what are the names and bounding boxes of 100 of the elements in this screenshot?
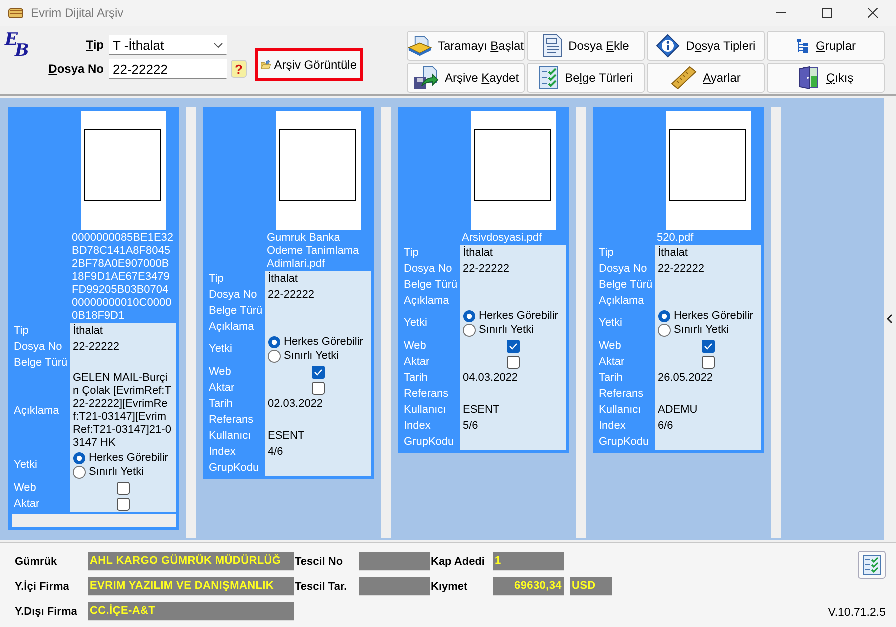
field-label: Web (13, 480, 38, 496)
document-thumbnail[interactable] (471, 111, 556, 230)
radio-button[interactable] (463, 324, 476, 337)
field-value: 22-22222 (463, 262, 510, 276)
radio-label[interactable]: Herkes Görebilir (674, 310, 754, 323)
radio-label[interactable]: Herkes Görebilir (284, 336, 364, 349)
scanner-icon (408, 35, 432, 57)
maximize-icon[interactable] (822, 8, 832, 18)
field-value: İthalat (73, 324, 103, 338)
checklist-button[interactable] (858, 551, 886, 579)
view-archive-button[interactable]: Arşiv Görüntüle (255, 48, 363, 81)
radio-label[interactable]: Herkes Görebilir (89, 452, 168, 465)
field-label: Aktar (13, 496, 41, 512)
field-label: Web (208, 364, 232, 380)
value-field (359, 552, 430, 571)
file-number-field[interactable]: 22-22222 (109, 59, 227, 79)
field-label: Referans (598, 386, 645, 402)
checkbox[interactable] (312, 366, 324, 378)
checkbox[interactable] (116, 482, 130, 494)
document-thumbnail[interactable] (81, 111, 166, 230)
field-value: ESENT (268, 430, 305, 442)
checkbox[interactable] (702, 356, 714, 368)
field-label: Açıklama (13, 404, 60, 418)
document-icon (542, 34, 563, 58)
field-label: Kıymet (431, 580, 469, 592)
document-card[interactable]: Arsivdosyasi.pdf Tip İthalat Dosya No 22-22222 Belge Türü Açıklama Yetki Herkes Görebilir Sınırlı Yetki Web Aktar Tarih 04.03.2022 Referans Kullanıcı ESENT Index 5/6 GrupKodu (398, 107, 569, 453)
radio-button[interactable] (268, 336, 281, 349)
field-value: 02.03.2022 (268, 398, 324, 410)
radio-button[interactable] (658, 324, 671, 337)
document-thumbnail[interactable] (666, 111, 751, 230)
toolbar-button[interactable]: Dosya Tipleri (647, 31, 765, 61)
field-label: Tip (85, 38, 105, 52)
field-label: Tescil No (295, 556, 344, 568)
horizontal-scrollbar[interactable] (12, 514, 176, 527)
field-label: Tarih (208, 396, 234, 412)
ruler-icon (671, 66, 698, 90)
field-value: 26.05.2022 (658, 372, 714, 384)
field-label: Referans (208, 412, 255, 428)
field-value: 5/6 (463, 420, 478, 432)
toolbar-button[interactable]: Çıkış (767, 63, 885, 93)
checkbox[interactable] (116, 498, 130, 510)
document-card[interactable]: Gumruk Banka Odeme Tanimlama Adimlari.pdf Tip İthalat Dosya No 22-22222 Belge Türü Açıklama Yetki Herkes Görebilir Sınırlı Yetki Web Aktar Tarih 02.03.2022 Referans Kullanıcı ESENT Index 4/6 GrupKodu (203, 107, 374, 479)
field-value: ADEMU (658, 404, 698, 416)
field-value: 22-22222 (268, 288, 314, 302)
checkbox[interactable] (506, 340, 520, 352)
field-label: Belge Türü (598, 278, 654, 292)
toolbar-button[interactable]: Arşive Kaydet (407, 63, 525, 93)
value-field: EVRIM YAZILIM VE DANIŞMANLIK (88, 577, 294, 596)
checkbox[interactable] (702, 340, 714, 352)
checklist-icon (539, 66, 560, 90)
toolbar-button[interactable]: Ayarlar (647, 63, 765, 93)
radio-label[interactable]: Sınırlı Yetki (89, 466, 144, 479)
field-label: Kullanıcı (208, 428, 252, 444)
radio-button[interactable] (73, 452, 86, 465)
field-value: 04.03.2022 (463, 372, 518, 384)
field-label: Dosya No (403, 262, 454, 276)
help-button[interactable]: ? (231, 60, 247, 78)
field-label: Kullanıcı (598, 402, 642, 418)
field-label: Yetki (598, 316, 624, 331)
field-value: 22-22222 (73, 340, 120, 354)
document-card[interactable] (8, 107, 179, 530)
chevron-down-icon (214, 42, 223, 48)
radio-button[interactable] (268, 350, 281, 363)
radio-label[interactable]: Sınırlı Yetki (479, 324, 534, 337)
floppy-disk-icon (412, 66, 439, 90)
document-card[interactable]: 520.pdf Tip İthalat Dosya No 22-22222 Belge Türü Açıklama Yetki Herkes Görebilir Sınırlı Yetki Web Aktar Tarih 26.05.2022 Referans Kullanıcı ADEMU Index 6/6 GrupKodu (593, 107, 764, 453)
document-thumbnail[interactable] (276, 111, 361, 230)
value-field: CC.İÇE-A&T (88, 602, 294, 621)
close-icon[interactable] (868, 8, 878, 18)
field-label: Belge Türü (208, 304, 264, 318)
type-dropdown[interactable]: T -İthalat (109, 35, 227, 55)
field-label: Açıklama (403, 294, 450, 308)
toolbar-button[interactable]: Dosya Ekle (527, 31, 645, 61)
toolbar-button[interactable]: Belge Türleri (527, 63, 645, 93)
field-label: Aktar (208, 380, 236, 396)
field-label: Yetki (13, 458, 38, 473)
radio-button[interactable] (463, 310, 476, 323)
field-label: Tescil Tar. (295, 580, 348, 592)
field-label: Yetki (403, 316, 428, 331)
radio-button[interactable] (658, 310, 671, 323)
value-field: AHL KARGO GÜMRÜK MÜDÜRLÜĞ (88, 552, 294, 571)
checkbox[interactable] (506, 356, 520, 368)
field-label: Kullanıcı (403, 402, 448, 418)
radio-label[interactable]: Sınırlı Yetki (674, 324, 730, 337)
radio-label[interactable]: Sınırlı Yetki (284, 350, 340, 363)
checkbox[interactable] (312, 382, 324, 394)
field-label: Y.İçi Firma (15, 580, 70, 592)
radio-button[interactable] (73, 466, 86, 479)
toolbar-button[interactable]: Gruplar (767, 31, 885, 61)
tree-icon (796, 38, 810, 54)
field-label: Y.Dışı Firma (15, 606, 78, 618)
field-label: Açıklama (598, 294, 646, 308)
toolbar-button[interactable]: Taramayı Başlat (407, 31, 525, 61)
file-name: 0000000085BE1E32BD78C141A8F80452BF78A0E907000B18F9D1AE67E3479FD99205B03B070400000000010C00000B18F9D1 (71, 231, 175, 323)
radio-label[interactable]: Herkes Görebilir (479, 310, 558, 323)
field-value: İthalat (463, 246, 493, 260)
field-label: Dosya No (48, 62, 105, 76)
logo: EB (5, 32, 30, 60)
caret-left-icon[interactable] (887, 314, 893, 324)
field-value: GELEN MAIL-Burçin Çolak [EvrimRef:T22-22222][EvrimRef:T21-03147][EvrimRef:T21-03147]21-03147 HK (73, 372, 172, 450)
